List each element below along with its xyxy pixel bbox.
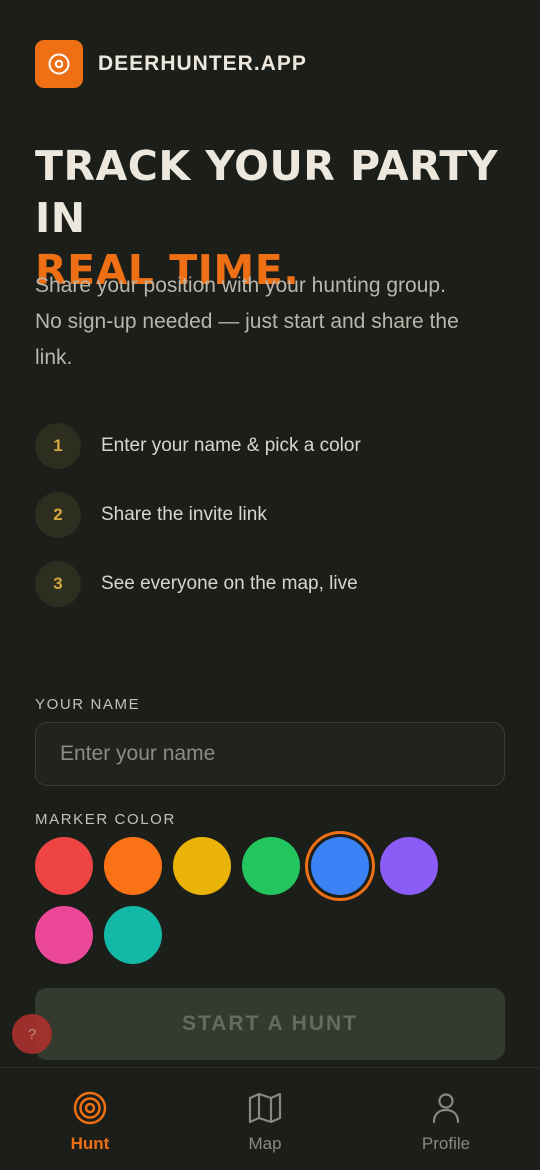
nav-profile-label: Profile xyxy=(421,1134,471,1153)
color-swatch-pink[interactable] xyxy=(35,906,93,964)
step-number: 2 xyxy=(35,492,81,538)
step-text: See everyone on the map, live xyxy=(101,573,358,594)
color-swatch-teal[interactable] xyxy=(104,906,162,964)
nav-hunt-label: Hunt xyxy=(70,1134,110,1153)
step-text: Share the invite link xyxy=(101,504,267,525)
color-swatch-purple[interactable] xyxy=(380,837,438,895)
brand-name: DEERHUNTER.APP xyxy=(98,52,307,75)
color-swatch-blue[interactable] xyxy=(311,837,369,895)
color-swatch-yellow[interactable] xyxy=(173,837,231,895)
color-swatch-green[interactable] xyxy=(242,837,300,895)
nav-map[interactable]: Map xyxy=(175,1068,355,1168)
step-item: 1 Enter your name & pick a color xyxy=(35,423,361,469)
step-item: 2 Share the invite link xyxy=(35,492,361,538)
nav-map-label: Map xyxy=(248,1134,282,1153)
target-icon xyxy=(72,1090,108,1126)
start-hunt-button[interactable]: START A HUNT xyxy=(35,988,505,1060)
nav-profile[interactable]: Profile xyxy=(356,1068,536,1168)
help-button[interactable]: ? xyxy=(12,1014,52,1054)
steps-list: 1 Enter your name & pick a color 2 Share… xyxy=(35,423,361,630)
step-text: Enter your name & pick a color xyxy=(101,435,361,456)
step-number: 1 xyxy=(35,423,81,469)
color-swatch-orange[interactable] xyxy=(104,837,162,895)
step-item: 3 See everyone on the map, live xyxy=(35,561,361,607)
nav-hunt[interactable]: Hunt xyxy=(0,1068,180,1168)
app-logo: DEERHUNTER.APP xyxy=(35,40,307,88)
intro-text: Share your position with your hunting gr… xyxy=(35,274,459,369)
marker-color-label: MARKER COLOR xyxy=(35,811,176,828)
step-number: 3 xyxy=(35,561,81,607)
bottom-nav: Hunt Map Profile xyxy=(0,1067,540,1170)
map-icon xyxy=(247,1090,283,1126)
name-label: YOUR NAME xyxy=(35,696,141,713)
target-logo-icon xyxy=(35,40,83,88)
color-swatch-red[interactable] xyxy=(35,837,93,895)
user-icon xyxy=(428,1090,464,1126)
hero-line-1: TRACK YOUR PARTY IN xyxy=(35,142,499,242)
name-input[interactable] xyxy=(35,722,505,786)
